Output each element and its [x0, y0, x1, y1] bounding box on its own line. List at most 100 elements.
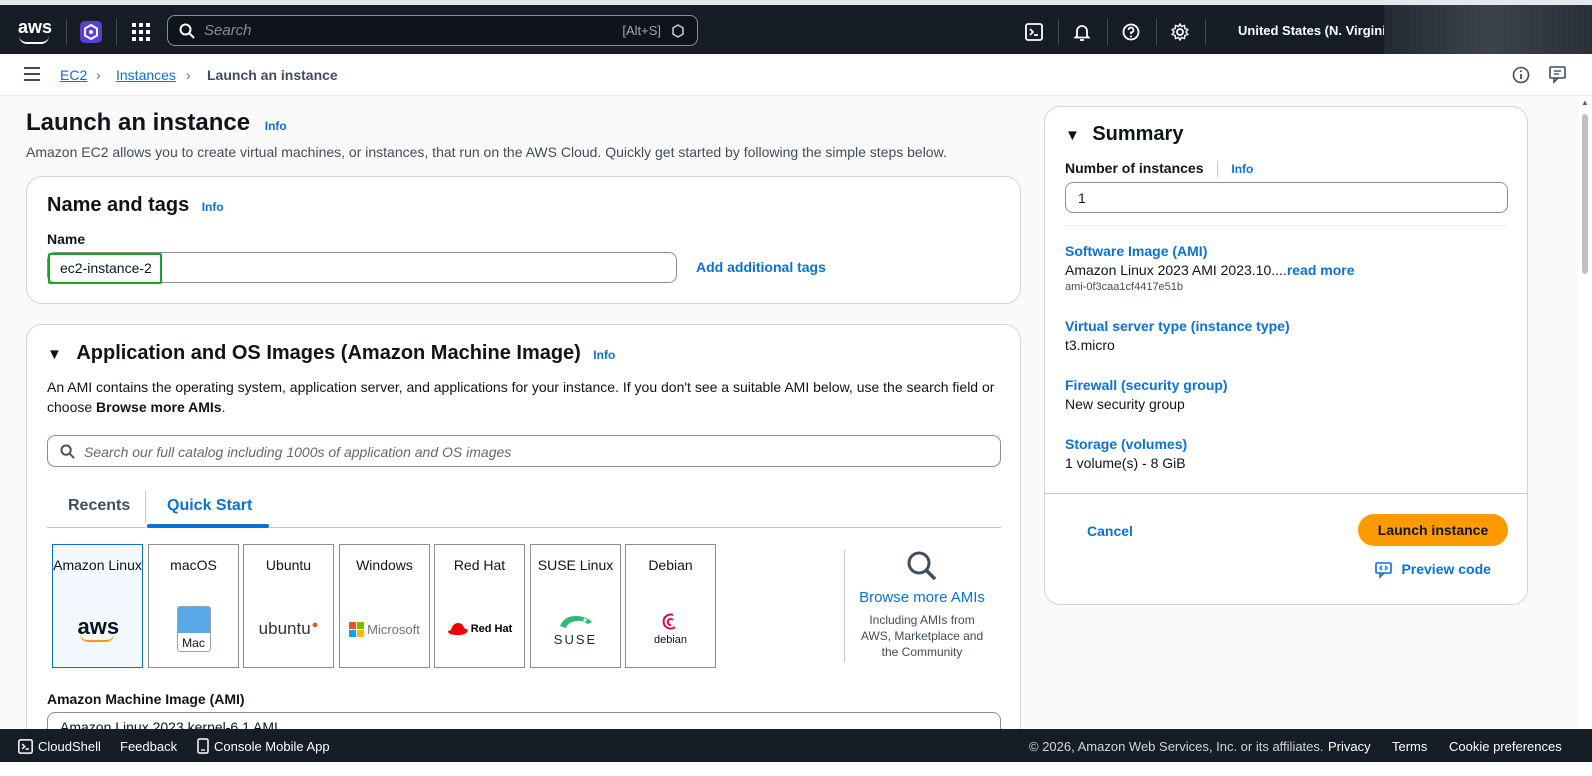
- active-tab-indicator: [147, 524, 269, 528]
- divider: [1107, 19, 1108, 45]
- scrollbar-thumb[interactable]: [1582, 114, 1588, 274]
- ami-search-placeholder: Search our full catalog including 1000s …: [84, 444, 512, 460]
- num-instances-label: Number of instances: [1065, 160, 1204, 176]
- preview-code-icon: [1375, 562, 1392, 579]
- footer-terms[interactable]: Terms: [1392, 739, 1427, 754]
- page-info-link[interactable]: Info: [265, 119, 287, 133]
- search-icon: [60, 444, 75, 459]
- console-footer: CloudShell Feedback Console Mobile App ©…: [0, 729, 1592, 776]
- debian-logo-icon: debian: [626, 605, 715, 653]
- amazon-q-icon: [672, 24, 684, 38]
- ami-tile-red-hat[interactable]: Red Hat Red Hat: [434, 544, 525, 668]
- cancel-button[interactable]: Cancel: [1087, 523, 1133, 539]
- page-title-text: Launch an instance: [26, 109, 251, 136]
- ami-tile-amazon-linux[interactable]: Amazon Linux aws: [52, 544, 143, 668]
- storage-link[interactable]: Storage (volumes): [1065, 436, 1187, 452]
- browse-more-amis[interactable]: Browse more AMIs Including AMIs from AWS…: [853, 550, 991, 660]
- num-instances-input[interactable]: 1: [1065, 182, 1508, 213]
- ami-search-input[interactable]: Search our full catalog including 1000s …: [47, 435, 1001, 467]
- red-hat-logo-icon: Red Hat: [435, 605, 524, 653]
- ami-tile-suse[interactable]: SUSE Linux SUSE: [530, 544, 621, 668]
- tab-recents[interactable]: Recents: [68, 497, 130, 515]
- read-more-link[interactable]: read more: [1287, 262, 1355, 278]
- ami-tile-debian[interactable]: Debian debian: [625, 544, 716, 668]
- feedback-icon[interactable]: [1549, 65, 1569, 85]
- ami-title: Application and OS Images (Amazon Machin…: [76, 342, 581, 364]
- footer-mobile-app[interactable]: Console Mobile App: [214, 739, 330, 754]
- summary-panel: ▼ Summary Number of instances Info 1 Sof…: [1044, 106, 1528, 605]
- tile-name: Ubuntu: [265, 557, 312, 573]
- ami-desc-end: .: [221, 399, 226, 415]
- cloudshell-icon[interactable]: [1022, 20, 1046, 44]
- footer-feedback[interactable]: Feedback: [120, 739, 177, 754]
- help-icon[interactable]: [1119, 20, 1143, 44]
- ami-description: An AMI contains the operating system, ap…: [47, 377, 1005, 417]
- ami-tile-ubuntu[interactable]: Ubuntu ubuntu ●: [243, 544, 334, 668]
- aws-smile-shape: [79, 634, 114, 642]
- ami-tile-windows[interactable]: Windows Microsoft: [339, 544, 430, 668]
- gear-icon[interactable]: [1168, 20, 1192, 44]
- tile-name: Amazon Linux: [53, 557, 142, 573]
- aws-logo-icon[interactable]: aws: [18, 17, 52, 47]
- bell-icon[interactable]: [1070, 20, 1094, 44]
- search-placeholder: Search: [204, 22, 252, 39]
- software-image-text: Amazon Linux 2023 AMI 2023.10....: [1065, 262, 1287, 278]
- breadcrumb-instances[interactable]: Instances: [116, 67, 176, 83]
- tile-logo-text: SUSE: [553, 631, 598, 647]
- footer-cloudshell[interactable]: CloudShell: [38, 739, 101, 754]
- divider: [1156, 19, 1157, 45]
- software-image-link[interactable]: Software Image (AMI): [1065, 243, 1355, 259]
- breadcrumb-ec2[interactable]: EC2: [60, 67, 87, 83]
- caret-down-icon[interactable]: ▼: [47, 346, 62, 363]
- suse-logo-icon: SUSE: [531, 605, 620, 653]
- page-scrollbar[interactable]: ▲ ▼: [1578, 96, 1592, 740]
- caret-down-icon[interactable]: ▼: [1065, 127, 1080, 144]
- num-instances-info-link[interactable]: Info: [1231, 162, 1253, 176]
- launch-instance-button[interactable]: Launch instance: [1358, 514, 1508, 546]
- instance-type-value: t3.micro: [1065, 337, 1115, 353]
- tab-divider: [145, 491, 146, 523]
- divider: [1216, 160, 1218, 177]
- global-search-input[interactable]: Search [Alt+S]: [167, 15, 698, 46]
- account-menu-blurred[interactable]: [1384, 5, 1592, 59]
- info-circle-icon[interactable]: [1512, 66, 1530, 84]
- name-label: Name: [47, 231, 86, 247]
- footer-cookie-preferences[interactable]: Cookie preferences: [1449, 739, 1562, 754]
- tab-quick-start[interactable]: Quick Start: [167, 497, 252, 515]
- divider: [1065, 225, 1508, 226]
- search-icon: [179, 23, 195, 39]
- services-grid-icon[interactable]: [129, 20, 153, 44]
- firewall-link[interactable]: Firewall (security group): [1065, 377, 1228, 393]
- tiles-divider: [844, 550, 845, 662]
- scroll-up-icon[interactable]: ▲: [1581, 98, 1589, 107]
- footer-privacy[interactable]: Privacy: [1328, 739, 1371, 754]
- browse-more-amis-link[interactable]: Browse more AMIs: [853, 589, 991, 606]
- footer-copyright: © 2026, Amazon Web Services, Inc. or its…: [1029, 739, 1324, 754]
- num-instances-label-row: Number of instances Info: [1065, 160, 1253, 178]
- software-image-value: Amazon Linux 2023 AMI 2023.10....read mo…: [1065, 262, 1355, 278]
- ami-tile-macos[interactable]: macOS Mac: [148, 544, 239, 668]
- preview-code-button[interactable]: Preview code: [1375, 561, 1491, 579]
- name-tags-info-link[interactable]: Info: [202, 200, 224, 214]
- ubuntu-logo-icon: ubuntu ●: [258, 619, 319, 638]
- instance-type-link[interactable]: Virtual server type (instance type): [1065, 318, 1290, 334]
- storage-value: 1 volume(s) - 8 GiB: [1065, 455, 1186, 471]
- summary-firewall: Firewall (security group) New security g…: [1065, 377, 1228, 412]
- magnifier-icon: [907, 551, 937, 581]
- name-tags-panel: Name and tags Info Name ec2-instance-2 A…: [26, 176, 1021, 304]
- page-subtitle: Amazon EC2 allows you to create virtual …: [26, 144, 947, 160]
- hamburger-menu-icon[interactable]: [24, 67, 40, 81]
- name-input[interactable]: ec2-instance-2: [47, 252, 677, 284]
- summary-server-type: Virtual server type (instance type) t3.m…: [1065, 318, 1290, 353]
- ami-panel: ▼ Application and OS Images (Amazon Mach…: [26, 324, 1021, 740]
- region-label: United States (N. Virginia): [1238, 23, 1398, 38]
- tile-logo-text: debian: [653, 634, 688, 646]
- tile-name: SUSE Linux: [537, 557, 614, 573]
- ami-info-link[interactable]: Info: [593, 348, 615, 362]
- ami-tabs: Recents Quick Start: [47, 473, 1001, 528]
- tile-logo-text: Red Hat: [470, 623, 513, 635]
- app-icon[interactable]: [79, 20, 103, 44]
- ami-desc-bold: Browse more AMIs: [96, 399, 222, 415]
- divider: [1205, 19, 1206, 45]
- add-additional-tags-link[interactable]: Add additional tags: [696, 259, 826, 275]
